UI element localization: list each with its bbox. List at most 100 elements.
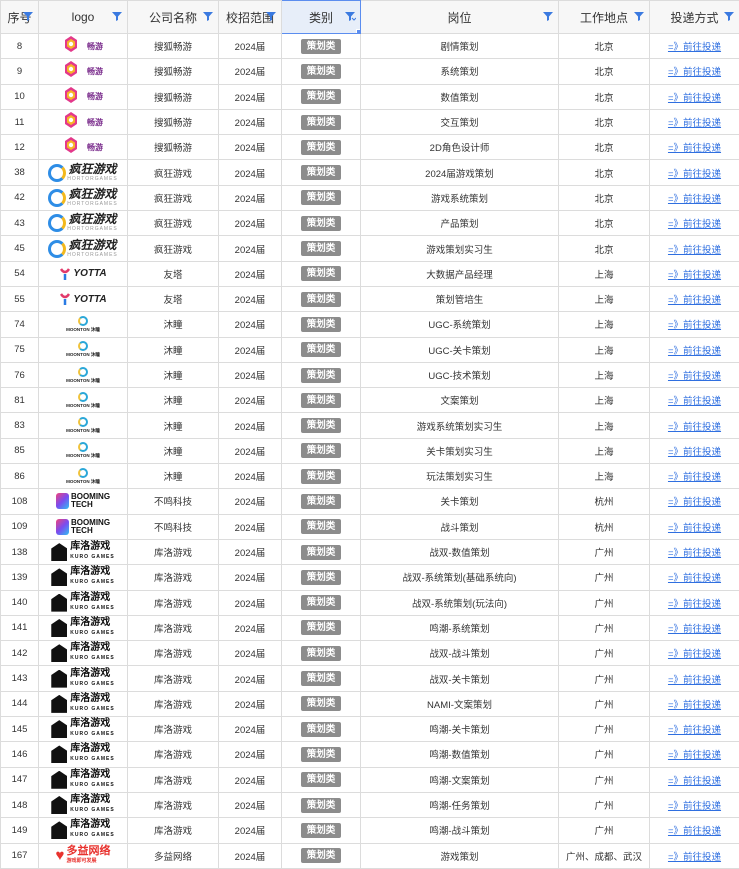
apply-link[interactable]: =》前往投递 [668, 270, 721, 281]
apply-link[interactable]: =》前往投递 [668, 118, 721, 129]
apply-link[interactable]: =》前往投递 [668, 599, 721, 610]
cell-idx: 140 [1, 590, 39, 615]
filter-icon[interactable] [265, 10, 277, 22]
filter-icon[interactable] [542, 10, 554, 22]
table-row: 45 疯狂游戏HORTORGAMES 疯狂游戏2024届策划类游戏策划实习生北京… [1, 236, 739, 261]
cell-scope: 2024届 [219, 691, 282, 716]
changyou-logo-icon [63, 35, 87, 57]
cell-location: 广州 [559, 818, 650, 843]
moonton-logo: MOONTON 沐瞳 [39, 388, 127, 412]
filter-icon[interactable] [111, 10, 123, 22]
apply-link[interactable]: =》前往投递 [668, 472, 721, 483]
apply-link[interactable]: =》前往投递 [668, 649, 721, 660]
cell-category: 策划类 [282, 489, 361, 514]
cell-apply: =》前往投递 [650, 565, 739, 590]
apply-link[interactable]: =》前往投递 [668, 852, 721, 863]
apply-link[interactable]: =》前往投递 [668, 245, 721, 256]
cell-scope: 2024届 [219, 818, 282, 843]
apply-link[interactable]: =》前往投递 [668, 497, 721, 508]
cell-scope: 2024届 [219, 362, 282, 387]
cell-idx: 74 [1, 312, 39, 337]
header-position[interactable]: 岗位 [361, 1, 559, 34]
apply-link[interactable]: =》前往投递 [668, 573, 721, 584]
booming-logo-icon [56, 519, 69, 535]
header-location[interactable]: 工作地点 [559, 1, 650, 34]
changyou-logo-icon [63, 111, 87, 133]
apply-link[interactable]: =》前往投递 [668, 422, 721, 433]
apply-link[interactable]: =》前往投递 [668, 801, 721, 812]
apply-link[interactable]: =》前往投递 [668, 93, 721, 104]
header-logo[interactable]: logo [39, 1, 128, 34]
header-company[interactable]: 公司名称 [128, 1, 219, 34]
cell-idx: 141 [1, 615, 39, 640]
apply-link[interactable]: =》前往投递 [668, 219, 721, 230]
apply-link[interactable]: =》前往投递 [668, 700, 721, 711]
category-tag: 策划类 [301, 494, 342, 509]
category-tag: 策划类 [301, 216, 342, 231]
apply-link[interactable]: =》前往投递 [668, 396, 721, 407]
apply-link[interactable]: =》前往投递 [668, 169, 721, 180]
header-apply[interactable]: 投递方式 [650, 1, 739, 34]
apply-link[interactable]: =》前往投递 [668, 67, 721, 78]
apply-link[interactable]: =》前往投递 [668, 624, 721, 635]
cell-company: 疯狂游戏 [128, 185, 219, 210]
cell-apply: =》前往投递 [650, 337, 739, 362]
header-row: 序号 logo 公司名称 校招范围 类别 岗位 工作地点 投递方式 [1, 1, 739, 34]
cell-category: 策划类 [282, 438, 361, 463]
cell-logo: 库洛游戏KURO GAMES [39, 641, 128, 666]
header-idx[interactable]: 序号 [1, 1, 39, 34]
cell-location: 杭州 [559, 489, 650, 514]
apply-link[interactable]: =》前往投递 [668, 346, 721, 357]
table-row: 74 MOONTON 沐瞳 沐瞳2024届策划类UGC-系统策划上海=》前往投递 [1, 312, 739, 337]
cell-company: 沐瞳 [128, 464, 219, 489]
cell-idx: 85 [1, 438, 39, 463]
apply-link[interactable]: =》前往投递 [668, 143, 721, 154]
filter-active-icon[interactable] [344, 10, 356, 22]
cell-scope: 2024届 [219, 84, 282, 109]
filter-icon[interactable] [723, 10, 735, 22]
moonton-logo: MOONTON 沐瞳 [39, 338, 127, 362]
table-row: 167 ♥ 多益网络游戏即可发展 多益网络2024届策划类游戏策划广州、成都、武… [1, 843, 739, 868]
table-row: 86 MOONTON 沐瞳 沐瞳2024届策划类玩法策划实习生上海=》前往投递 [1, 464, 739, 489]
header-category[interactable]: 类别 [282, 1, 361, 34]
moonton-logo-icon [78, 341, 88, 351]
cell-scope: 2024届 [219, 286, 282, 311]
cell-logo: 库洛游戏KURO GAMES [39, 615, 128, 640]
cell-position: 剧情策划 [361, 34, 559, 59]
apply-link[interactable]: =》前往投递 [668, 295, 721, 306]
apply-link[interactable]: =》前往投递 [668, 750, 721, 761]
table-row: 8 畅游 搜狐畅游2024届策划类剧情策划北京=》前往投递 [1, 34, 739, 59]
cell-category: 策划类 [282, 109, 361, 134]
cell-category: 策划类 [282, 792, 361, 817]
apply-link[interactable]: =》前往投递 [668, 776, 721, 787]
apply-link[interactable]: =》前往投递 [668, 42, 721, 53]
category-tag: 策划类 [301, 165, 342, 180]
filter-icon[interactable] [22, 10, 34, 22]
filter-icon[interactable] [633, 10, 645, 22]
cell-company: 疯狂游戏 [128, 160, 219, 185]
apply-link[interactable]: =》前往投递 [668, 523, 721, 534]
cell-apply: =》前往投递 [650, 438, 739, 463]
apply-link[interactable]: =》前往投递 [668, 194, 721, 205]
cell-apply: =》前往投递 [650, 59, 739, 84]
apply-link[interactable]: =》前往投递 [668, 548, 721, 559]
cell-location: 北京 [559, 109, 650, 134]
header-scope[interactable]: 校招范围 [219, 1, 282, 34]
duoyi-logo-icon: ♥ [56, 849, 65, 863]
kuro-logo: 库洛游戏KURO GAMES [39, 616, 127, 640]
apply-link[interactable]: =》前往投递 [668, 826, 721, 837]
cell-scope: 2024届 [219, 514, 282, 539]
cell-company: 友塔 [128, 286, 219, 311]
cell-position: 游戏系统策划实习生 [361, 413, 559, 438]
apply-link[interactable]: =》前往投递 [668, 320, 721, 331]
cell-company: 沐瞳 [128, 438, 219, 463]
moonton-logo: MOONTON 沐瞳 [39, 439, 127, 463]
cell-position: 战双-数值策划 [361, 539, 559, 564]
apply-link[interactable]: =》前往投递 [668, 725, 721, 736]
filter-icon[interactable] [202, 10, 214, 22]
cell-logo: MOONTON 沐瞳 [39, 438, 128, 463]
apply-link[interactable]: =》前往投递 [668, 447, 721, 458]
table-row: 11 畅游 搜狐畅游2024届策划类交互策划北京=》前往投递 [1, 109, 739, 134]
apply-link[interactable]: =》前往投递 [668, 371, 721, 382]
apply-link[interactable]: =》前往投递 [668, 675, 721, 686]
